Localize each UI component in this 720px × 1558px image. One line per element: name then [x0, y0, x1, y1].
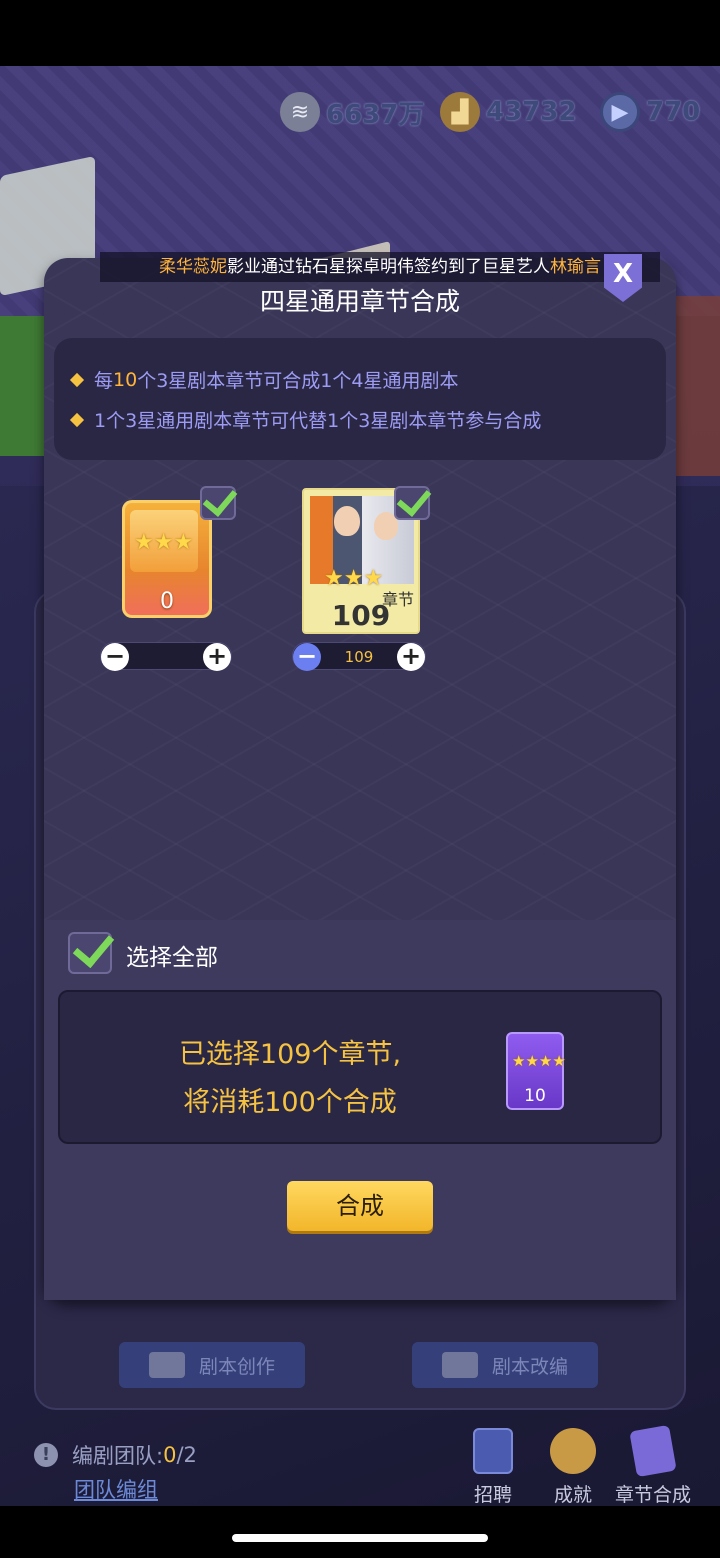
- boot-value: 43732: [486, 97, 577, 127]
- card-1-quantity-stepper: − +: [100, 642, 232, 671]
- info-line-1: 每 10 个3星剧本章节可合成1个4星通用剧本: [69, 366, 459, 393]
- info-line-1-pre: 每: [94, 370, 114, 392]
- card-2-quantity-stepper: − 109 +: [292, 642, 426, 671]
- team-info: ! 编剧团队: 0/2: [34, 1440, 197, 1470]
- ticket-counter[interactable]: ▶ 770: [600, 86, 700, 138]
- chapter-scrolls-icon: [629, 1424, 677, 1478]
- script-adapt-button[interactable]: 剧本改编: [412, 1342, 598, 1388]
- card-1-plus-button[interactable]: +: [203, 643, 231, 671]
- summary-consume-text: 将消耗100个合成: [183, 1087, 397, 1118]
- nav-chapter-compose-label: 章节合成: [614, 1484, 691, 1506]
- banknote-icon: ≋: [280, 92, 320, 132]
- info-line-2-text: 1个3星通用剧本章节可代替1个3星剧本章节参与合成: [94, 410, 542, 432]
- result-four-star-card: ★★★★ 10: [506, 1032, 566, 1110]
- generic-chapter-card[interactable]: ★★★ 0: [122, 500, 212, 618]
- team-total: /2: [176, 1443, 197, 1467]
- teacup-icon: [148, 1352, 185, 1378]
- card-2-plus-button[interactable]: +: [397, 643, 425, 671]
- select-all-label[interactable]: 选择全部: [126, 938, 218, 972]
- card-count: 0: [160, 589, 174, 614]
- resource-bar: ≋ 6637万 ▟ 43732 ▶ 770: [270, 86, 720, 138]
- announcement-banner: 柔华蕊妮影业通过钻石星探卓明伟签约到了巨星艺人林瑜言: [100, 252, 660, 282]
- medal-icon: [550, 1428, 596, 1474]
- team-label: 编剧团队:: [72, 1444, 164, 1468]
- nav-achievement-label: 成就: [553, 1484, 592, 1506]
- info-line-1-num: 10: [113, 368, 138, 391]
- script-create-label: 剧本创作: [198, 1355, 275, 1378]
- nav-achievement[interactable]: 成就: [533, 1428, 613, 1507]
- info-line-2: 1个3星通用剧本章节可代替1个3星剧本章节参与合成: [69, 406, 542, 433]
- script-create-button[interactable]: 剧本创作: [119, 1342, 305, 1388]
- script-adapt-label: 剧本改编: [491, 1355, 568, 1378]
- summary-selected-text: 已选择109个章节,: [178, 1039, 402, 1070]
- card-1-checkbox[interactable]: [200, 486, 236, 520]
- card-stars: ★★★: [324, 566, 384, 591]
- nav-chapter-compose[interactable]: 章节合成: [613, 1424, 693, 1507]
- info-icon: !: [34, 1443, 58, 1467]
- result-stars: ★★★★: [512, 1052, 566, 1070]
- furniture-shelf: [670, 296, 720, 476]
- select-all-checkbox[interactable]: [68, 932, 112, 974]
- nav-recruit-label: 招聘: [473, 1484, 512, 1506]
- home-indicator[interactable]: [232, 1534, 488, 1542]
- ticket-value: 770: [646, 97, 701, 127]
- summary-box: 已选择109个章节, 将消耗100个合成 ★★★★ 10: [58, 990, 662, 1144]
- team-count: 0: [163, 1443, 177, 1467]
- card-1-minus-button[interactable]: −: [101, 643, 129, 671]
- info-box: 每 10 个3星剧本章节可合成1个4星通用剧本 1个3星通用剧本章节可代替1个3星剧…: [54, 338, 666, 460]
- card-2-minus-button[interactable]: −: [293, 643, 321, 671]
- diamond-bullet-icon: [69, 372, 85, 387]
- nav-recruit[interactable]: 招聘: [453, 1428, 533, 1507]
- team-group-link[interactable]: 团队编组: [74, 1474, 158, 1504]
- card-count: 109: [331, 599, 391, 632]
- card-2-stepper-value: 109: [344, 648, 374, 666]
- diamond-bullet-icon: [69, 412, 85, 427]
- announcement-text: 影业通过钻石星探卓明伟签约到了巨星艺人: [227, 257, 550, 277]
- actor-head-left: [334, 506, 360, 536]
- book-icon: [441, 1352, 478, 1378]
- announcement-name-1: 柔华蕊妮: [159, 257, 227, 277]
- result-count: 10: [524, 1086, 546, 1106]
- card-stars: ★★★: [134, 530, 194, 555]
- boot-counter[interactable]: ▟ 43732: [440, 86, 576, 138]
- notebook-icon: [473, 1428, 513, 1474]
- close-icon: X: [612, 259, 634, 289]
- money-value: 6637万: [326, 99, 425, 130]
- money-counter[interactable]: ≋ 6637万: [280, 86, 424, 138]
- info-line-1-post: 个3星剧本章节可合成1个4星通用剧本: [137, 370, 459, 392]
- boot-icon: ▟: [440, 92, 480, 132]
- dialog-title: 四星通用章节合成: [259, 287, 460, 316]
- card-2-checkbox[interactable]: [394, 486, 430, 520]
- announcement-name-2: 林瑜言: [550, 257, 601, 277]
- compose-button[interactable]: 合成: [287, 1181, 433, 1231]
- play-coin-icon: ▶: [600, 92, 640, 132]
